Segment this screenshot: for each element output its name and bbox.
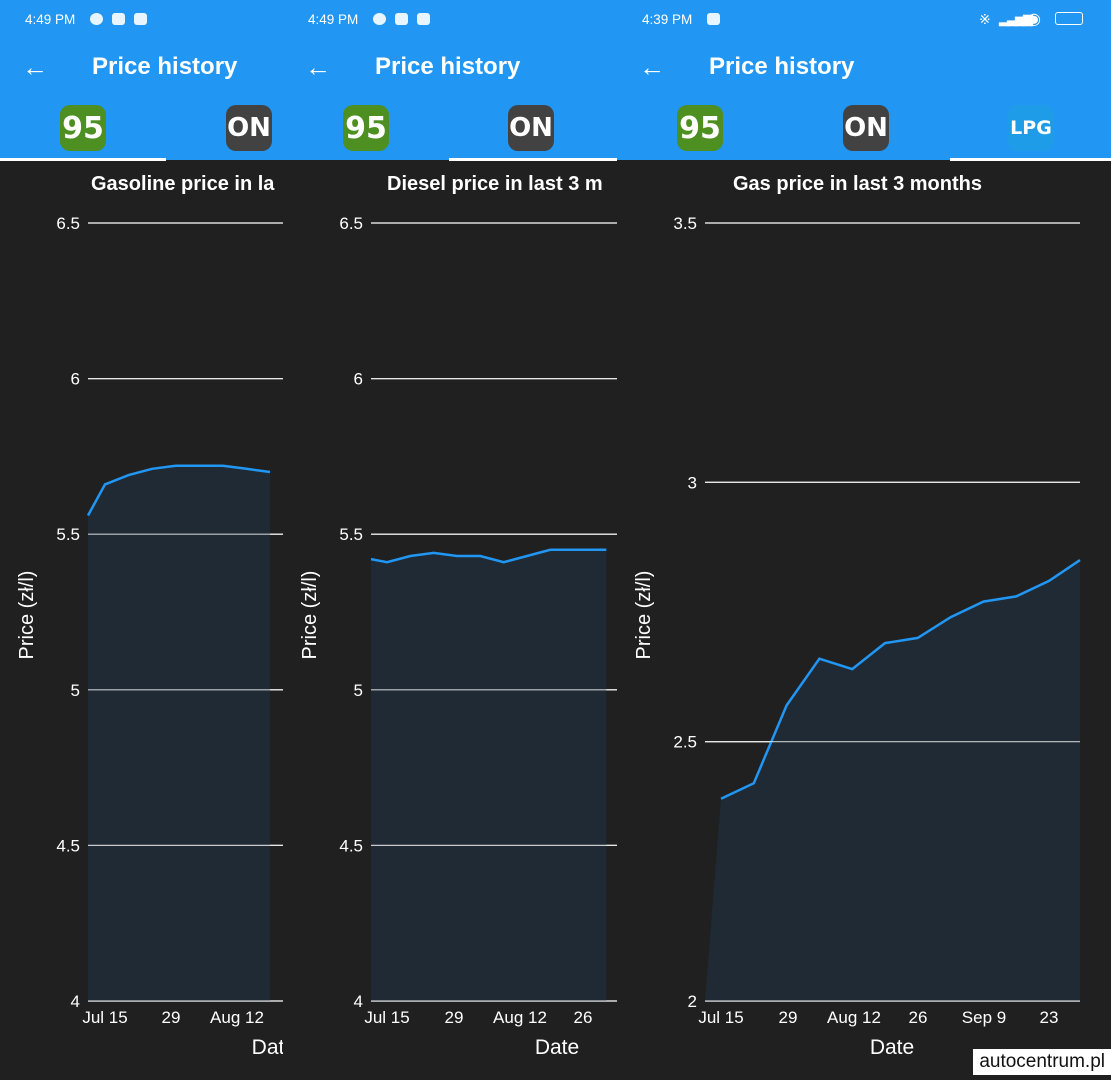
x-tick-label: Aug 12 <box>827 1008 881 1027</box>
x-tick-label: Sep 9 <box>962 1008 1006 1027</box>
x-axis-label: Dat <box>252 1036 283 1059</box>
y-tick-label: 4.5 <box>339 836 363 855</box>
price-chart: 6.5 6 5.5 5 4.5 4Jul 15 29 Aug 12 26 Price (zł/l)… <box>299 214 617 1059</box>
x-tick-label: 23 <box>1040 1008 1059 1027</box>
series-area <box>371 549 607 1001</box>
price-chart: 6.5 6 5.5 5 4.5 4Jul 15 29 Aug 12 Price (zł/l) Da… <box>16 214 283 1059</box>
x-tick-label: Jul 15 <box>364 1008 409 1027</box>
panel-diesel: 4:49 PM ← Price history 95 ON Diesel pri… <box>283 0 617 1080</box>
x-axis-label: Date <box>535 1036 579 1059</box>
x-axis-label: Date <box>870 1036 914 1059</box>
y-tick-label: 2 <box>688 992 697 1011</box>
x-tick-label: 29 <box>445 1008 464 1027</box>
panel-gasoline: 4:49 PM ← Price history 95 ON Gasoline p… <box>0 0 283 1080</box>
price-chart: 3.5 3 2.5 2Jul 15 29 Aug 12 26 Sep 9 23 Price (zł… <box>633 214 1081 1059</box>
x-tick-label: Aug 12 <box>210 1008 264 1027</box>
y-tick-label: 6.5 <box>339 214 363 233</box>
y-tick-label: 3.5 <box>673 214 697 233</box>
y-tick-label: 4 <box>71 992 80 1011</box>
y-axis-label: Price (zł/l) <box>16 571 38 660</box>
series-area <box>88 465 270 1001</box>
y-tick-label: 5 <box>71 681 80 700</box>
x-tick-label: 29 <box>779 1008 798 1027</box>
y-tick-label: 6 <box>71 370 80 389</box>
panel-lpg: 4:39 PM ※ ▂▃▅▆ ◉ ← Price history 95 ON L… <box>617 0 1111 1080</box>
x-tick-label: Aug 12 <box>493 1008 547 1027</box>
y-tick-label: 5.5 <box>339 525 363 544</box>
watermark: autocentrum.pl <box>973 1049 1111 1075</box>
y-tick-label: 3 <box>688 473 697 492</box>
series-area <box>705 560 1080 1001</box>
y-tick-label: 4 <box>354 992 363 1011</box>
y-axis-label: Price (zł/l) <box>633 571 655 660</box>
y-axis-label: Price (zł/l) <box>299 571 321 660</box>
x-tick-label: Jul 15 <box>698 1008 743 1027</box>
x-tick-label: 29 <box>162 1008 181 1027</box>
x-tick-label: Jul 15 <box>82 1008 127 1027</box>
y-tick-label: 6.5 <box>56 214 80 233</box>
x-tick-label: 26 <box>574 1008 593 1027</box>
y-tick-label: 5.5 <box>56 525 80 544</box>
x-tick-label: 26 <box>909 1008 928 1027</box>
y-tick-label: 5 <box>354 681 363 700</box>
y-tick-label: 4.5 <box>56 836 80 855</box>
y-tick-label: 2.5 <box>673 733 697 752</box>
y-tick-label: 6 <box>354 370 363 389</box>
